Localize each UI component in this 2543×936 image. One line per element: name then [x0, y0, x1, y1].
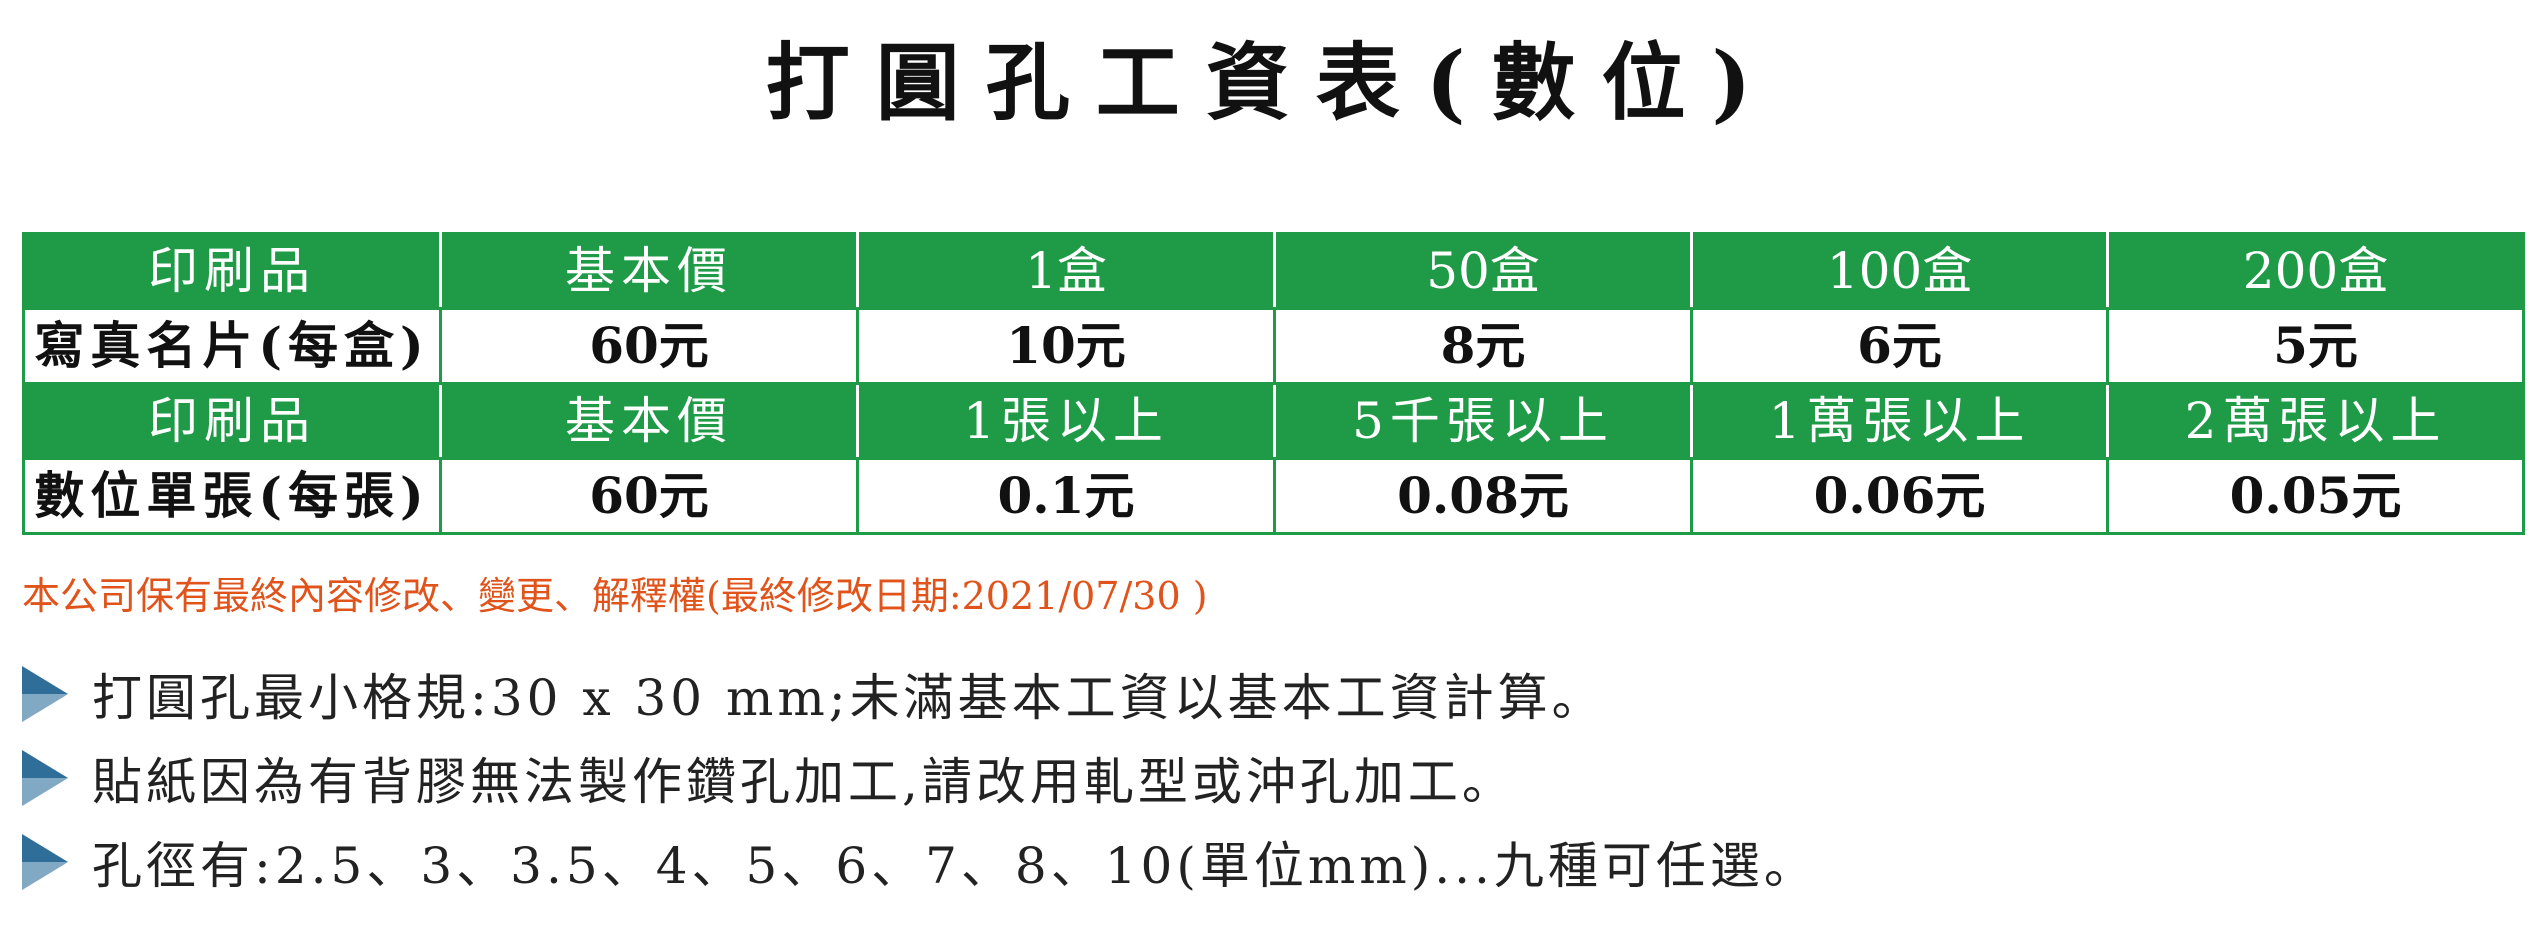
header-cell: 1張以上 — [856, 382, 1276, 460]
product-name-cell: 數位單張(每張) — [22, 457, 442, 535]
note-text: 貼紙因為有背膠無法製作鑽孔加工,請改用軋型或沖孔加工。 — [92, 753, 1516, 811]
price-cell: 60元 — [439, 307, 859, 385]
triangle-bullet-icon — [22, 750, 68, 806]
table-header-row: 印刷品 基本價 1盒 50盒 100盒 200盒 — [22, 232, 2525, 310]
note-item: 貼紙因為有背膠無法製作鑽孔加工,請改用軋型或沖孔加工。 — [22, 738, 1516, 818]
header-cell: 印刷品 — [22, 232, 442, 310]
price-cell: 0.06元 — [1690, 457, 2109, 535]
header-cell: 100盒 — [1690, 232, 2109, 310]
header-cell: 5千張以上 — [1273, 382, 1693, 460]
header-cell: 基本價 — [439, 382, 859, 460]
note-text: 孔徑有:2.5、3、3.5、4、5、6、7、8、10(單位mm)...九種可任選… — [92, 837, 1818, 895]
price-cell: 10元 — [856, 307, 1276, 385]
price-table: 印刷品 基本價 1盒 50盒 100盒 200盒 寫真名片(每盒) 60元 10… — [22, 232, 2525, 535]
header-cell: 1盒 — [856, 232, 1276, 310]
page-title: 打圓孔工資表(數位) — [765, 33, 1778, 132]
table-row: 數位單張(每張) 60元 0.1元 0.08元 0.06元 0.05元 — [22, 457, 2525, 535]
price-cell: 0.05元 — [2106, 457, 2525, 535]
header-cell: 基本價 — [439, 232, 859, 310]
header-cell: 200盒 — [2106, 232, 2525, 310]
note-item: 孔徑有:2.5、3、3.5、4、5、6、7、8、10(單位mm)...九種可任選… — [22, 822, 1818, 902]
note-item: 打圓孔最小格規:30 x 30 mm;未滿基本工資以基本工資計算。 — [22, 654, 1606, 734]
price-cell: 6元 — [1690, 307, 2109, 385]
header-cell: 2萬張以上 — [2106, 382, 2525, 460]
triangle-bullet-icon — [22, 666, 68, 722]
table-header-row: 印刷品 基本價 1張以上 5千張以上 1萬張以上 2萬張以上 — [22, 382, 2525, 460]
disclaimer-text: 本公司保有最終內容修改、變更、解釋權(最終修改日期:2021/07/30 ) — [22, 574, 1208, 618]
triangle-bullet-icon — [22, 834, 68, 890]
header-cell: 印刷品 — [22, 382, 442, 460]
price-cell: 60元 — [439, 457, 859, 535]
price-cell: 5元 — [2106, 307, 2525, 385]
price-cell: 0.08元 — [1273, 457, 1693, 535]
price-cell: 0.1元 — [856, 457, 1276, 535]
product-name-cell: 寫真名片(每盒) — [22, 307, 442, 385]
header-cell: 50盒 — [1273, 232, 1693, 310]
note-text: 打圓孔最小格規:30 x 30 mm;未滿基本工資以基本工資計算。 — [92, 669, 1606, 727]
table-row: 寫真名片(每盒) 60元 10元 8元 6元 5元 — [22, 307, 2525, 385]
header-cell: 1萬張以上 — [1690, 382, 2109, 460]
price-cell: 8元 — [1273, 307, 1693, 385]
